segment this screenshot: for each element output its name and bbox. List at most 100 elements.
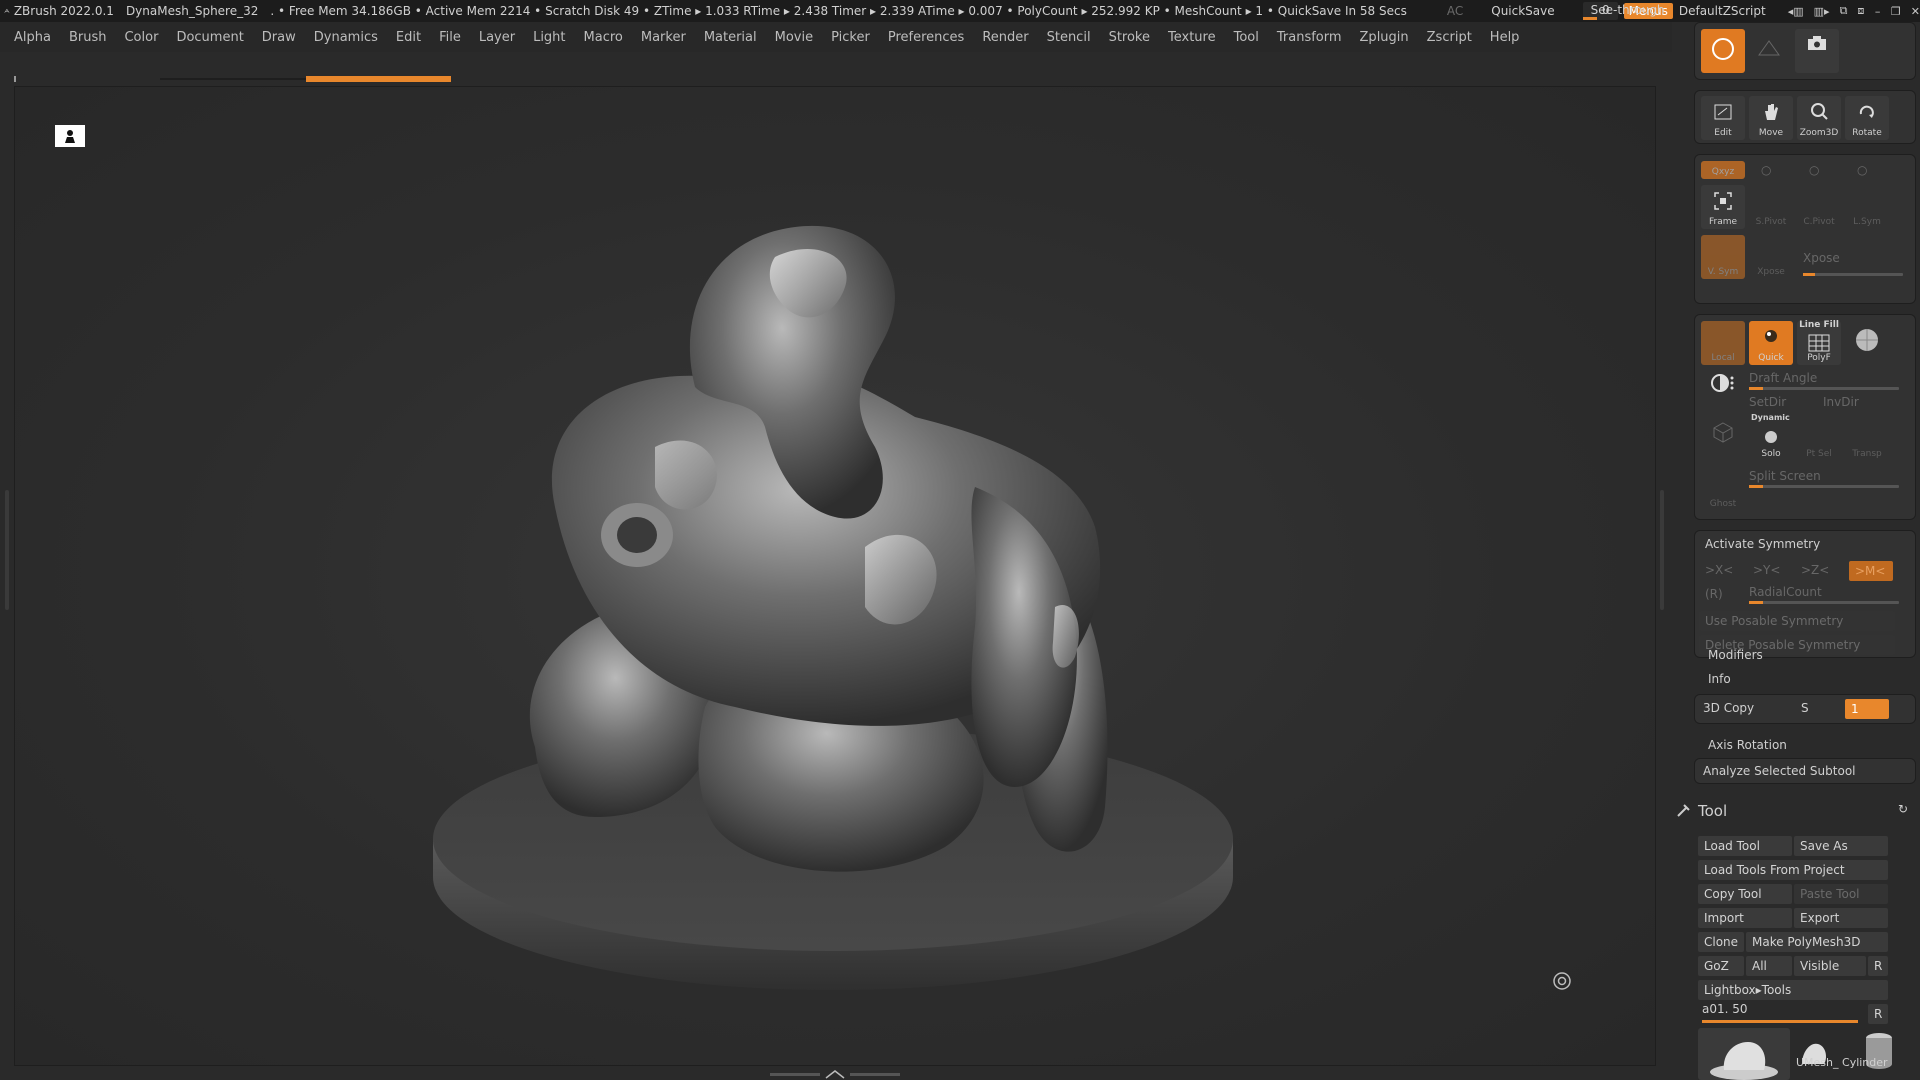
menu-movie[interactable]: Movie — [775, 30, 813, 45]
tool-palette-title[interactable]: Tool — [1698, 802, 1727, 820]
tool-palette-icon[interactable] — [1676, 802, 1692, 818]
menu-tool[interactable]: Tool — [1234, 30, 1259, 45]
draft-angle-slider[interactable] — [1749, 387, 1899, 390]
right-tray-handle[interactable] — [1660, 490, 1664, 610]
sym-z-button[interactable]: >Z< — [1801, 563, 1829, 577]
goz-all-button[interactable]: All — [1746, 956, 1792, 976]
menu-material[interactable]: Material — [704, 30, 757, 45]
menu-dynamics[interactable]: Dynamics — [314, 30, 378, 45]
make-polymesh3d-button[interactable]: Make PolyMesh3D — [1746, 932, 1888, 952]
menu-alpha[interactable]: Alpha — [14, 30, 51, 45]
bottom-tray-handle[interactable] — [770, 1070, 900, 1080]
copy-tool-button[interactable]: Copy Tool — [1698, 884, 1792, 904]
menu-light[interactable]: Light — [533, 30, 565, 45]
setdir-button[interactable]: SetDir — [1749, 395, 1786, 409]
paste-tool-button[interactable]: Paste Tool — [1794, 884, 1888, 904]
spivot-button[interactable]: S.Pivot — [1749, 185, 1793, 229]
x-rot-icon[interactable]: ○ — [1761, 163, 1771, 177]
restore-icon[interactable]: ❐ — [1891, 5, 1901, 18]
transp-button[interactable]: Transp — [1845, 421, 1889, 461]
menu-brush[interactable]: Brush — [69, 30, 107, 45]
info-header[interactable]: Info — [1708, 672, 1731, 686]
menu-draw[interactable]: Draw — [262, 30, 296, 45]
lsym-button[interactable]: L.Sym — [1845, 185, 1889, 229]
axis-rotation-header[interactable]: Axis Rotation — [1708, 738, 1787, 752]
radialcount-slider[interactable] — [1749, 601, 1899, 604]
menu-file[interactable]: File — [439, 30, 461, 45]
tab-indicator-mid[interactable] — [160, 78, 306, 80]
import-button[interactable]: Import — [1698, 908, 1792, 928]
ptsel-button[interactable]: Pt Sel — [1797, 421, 1841, 461]
cpivot-button[interactable]: C.Pivot — [1797, 185, 1841, 229]
frame-button[interactable]: Frame — [1701, 185, 1745, 229]
save-as-button[interactable]: Save As — [1794, 836, 1888, 856]
invdir-button[interactable]: InvDir — [1823, 395, 1859, 409]
ghost-button[interactable]: Ghost — [1701, 467, 1745, 511]
copy3d-value[interactable]: 1 — [1845, 699, 1889, 719]
layout-icon[interactable]: ⧉ — [1840, 4, 1848, 18]
clone-button[interactable]: Clone — [1698, 932, 1744, 952]
move-button[interactable]: Move — [1749, 96, 1793, 140]
menu-document[interactable]: Document — [176, 30, 243, 45]
menu-stroke[interactable]: Stroke — [1109, 30, 1150, 45]
layout2-icon[interactable]: ⧈ — [1857, 4, 1864, 18]
tool-thumbnail-main[interactable] — [1698, 1028, 1790, 1080]
sym-y-button[interactable]: >Y< — [1753, 563, 1780, 577]
cube-button[interactable] — [1701, 415, 1745, 459]
default-zscript-button[interactable]: DefaultZScript — [1679, 4, 1766, 18]
activate-symmetry-label[interactable]: Activate Symmetry — [1705, 537, 1820, 551]
solo-button[interactable]: Solo — [1749, 421, 1793, 461]
analyze-subtool-button[interactable]: Analyze Selected Subtool — [1703, 764, 1856, 778]
xyz-button[interactable]: Qxyz — [1701, 161, 1745, 179]
goz-r-button[interactable]: R — [1868, 956, 1888, 976]
edit-button[interactable]: Edit — [1701, 96, 1745, 140]
quick-button[interactable]: Quick — [1749, 321, 1793, 365]
snapshot-button[interactable] — [1795, 29, 1839, 73]
contrast-button[interactable] — [1701, 367, 1745, 411]
menu-render[interactable]: Render — [982, 30, 1028, 45]
sym-r-button[interactable]: (R) — [1705, 587, 1723, 601]
tab-indicator-active[interactable] — [306, 76, 451, 82]
brush-orange-button[interactable] — [1701, 29, 1745, 73]
menu-stencil[interactable]: Stencil — [1047, 30, 1091, 45]
lightbox-tools-button[interactable]: Lightbox▸Tools — [1698, 980, 1888, 1000]
polyf-button[interactable]: Line Fill PolyF — [1797, 320, 1841, 365]
load-tool-button[interactable]: Load Tool — [1698, 836, 1792, 856]
local-button[interactable]: Local — [1701, 321, 1745, 365]
menu-edit[interactable]: Edit — [396, 30, 421, 45]
sym-x-button[interactable]: >X< — [1705, 563, 1733, 577]
palette-right-icon[interactable]: ▥▸ — [1814, 5, 1830, 18]
left-tray-handle[interactable] — [5, 490, 9, 610]
sym-m-button[interactable]: >M< — [1849, 561, 1893, 581]
goz-visible-button[interactable]: Visible — [1794, 956, 1866, 976]
copy3d-label[interactable]: 3D Copy — [1703, 701, 1754, 715]
menu-transform[interactable]: Transform — [1277, 30, 1342, 45]
quicksave-button[interactable]: QuickSave — [1491, 4, 1554, 18]
see-through-slider[interactable]: See-through 0 — [1582, 2, 1665, 20]
modifiers-header[interactable]: Modifiers — [1708, 648, 1763, 662]
use-posable-symmetry-button[interactable]: Use Posable Symmetry — [1699, 611, 1895, 631]
palette-left-icon[interactable]: ◂▥ — [1788, 5, 1804, 18]
pivot-target-icon[interactable] — [1552, 971, 1572, 991]
xpose-slider[interactable] — [1803, 273, 1903, 276]
xpose-button[interactable]: Xpose — [1749, 235, 1793, 279]
load-tools-from-project-button[interactable]: Load Tools From Project — [1698, 860, 1888, 880]
document-canvas[interactable] — [14, 86, 1656, 1066]
menu-color[interactable]: Color — [124, 30, 158, 45]
shelf-tab-strip[interactable] — [14, 74, 451, 82]
menu-zscript[interactable]: Zscript — [1427, 30, 1472, 45]
minimize-icon[interactable]: – — [1874, 5, 1881, 18]
tool-slider[interactable] — [1702, 1020, 1858, 1023]
vsym-button[interactable]: V. Sym — [1701, 235, 1745, 279]
rotate-button[interactable]: Rotate — [1845, 96, 1889, 140]
ac-button[interactable]: AC — [1447, 4, 1463, 18]
tab-indicator-left[interactable] — [14, 76, 16, 82]
goz-button[interactable]: GoZ — [1698, 956, 1744, 976]
menu-help[interactable]: Help — [1490, 30, 1520, 45]
perspective-icon[interactable] — [55, 125, 85, 147]
z-rot-icon[interactable]: ○ — [1857, 163, 1867, 177]
menu-picker[interactable]: Picker — [831, 30, 870, 45]
sphere-toggle-button[interactable] — [1845, 321, 1889, 365]
menu-preferences[interactable]: Preferences — [888, 30, 964, 45]
menu-layer[interactable]: Layer — [479, 30, 515, 45]
